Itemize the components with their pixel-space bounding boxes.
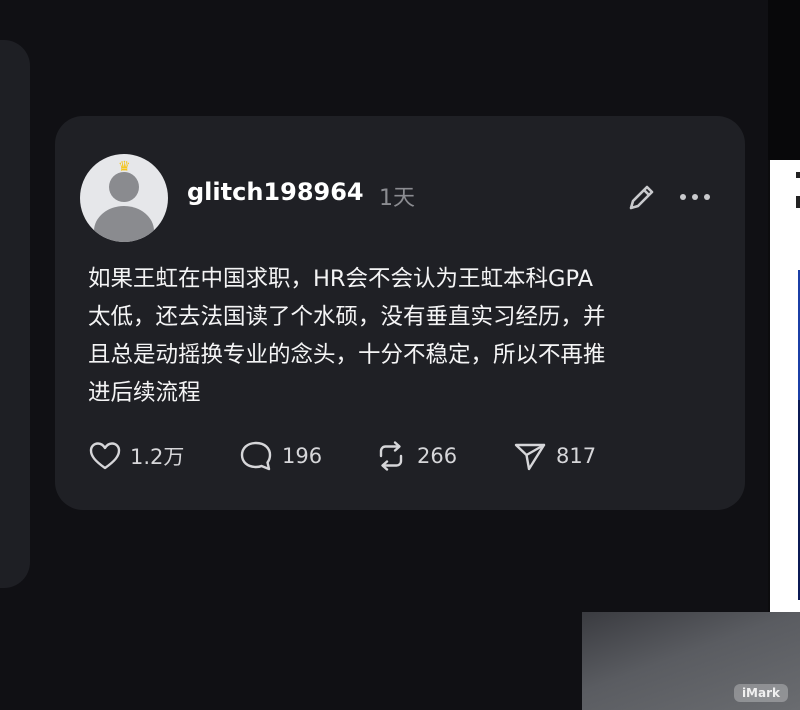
watermark: iMark — [733, 684, 788, 702]
adjacent-content-strip — [768, 0, 800, 710]
repost-button[interactable]: 266 — [373, 438, 457, 474]
username[interactable]: glitch198964 — [187, 178, 364, 206]
post-card[interactable]: ♛ glitch198964 1天 如果王虹在中国求职，HR会不会认为王虹本科G… — [55, 116, 745, 510]
comment-count: 196 — [282, 444, 323, 468]
heart-icon — [89, 442, 121, 470]
adjacent-image-panel — [770, 160, 800, 612]
like-button[interactable]: 1.2万 — [88, 438, 184, 474]
like-count: 1.2万 — [130, 445, 185, 469]
comment-button[interactable]: 196 — [238, 438, 322, 474]
more-options-icon[interactable] — [675, 180, 715, 214]
post-actions: 1.2万 196 266 817 — [88, 438, 688, 474]
comment-icon — [240, 441, 272, 471]
share-count: 817 — [556, 444, 597, 468]
repost-count: 266 — [417, 444, 458, 468]
send-icon — [514, 443, 546, 471]
blurred-overlay: iMark — [582, 612, 800, 710]
pencil-icon[interactable] — [625, 180, 659, 214]
post-time: 1天 — [379, 186, 415, 211]
previous-post-card — [0, 40, 30, 588]
post-text: 如果王虹在中国求职，HR会不会认为王虹本科GPA 太低，还去法国读了个水硕，没有… — [88, 266, 606, 406]
share-button[interactable]: 817 — [512, 438, 596, 474]
crown-icon: ♛ — [118, 159, 131, 175]
repost-icon — [379, 441, 403, 471]
